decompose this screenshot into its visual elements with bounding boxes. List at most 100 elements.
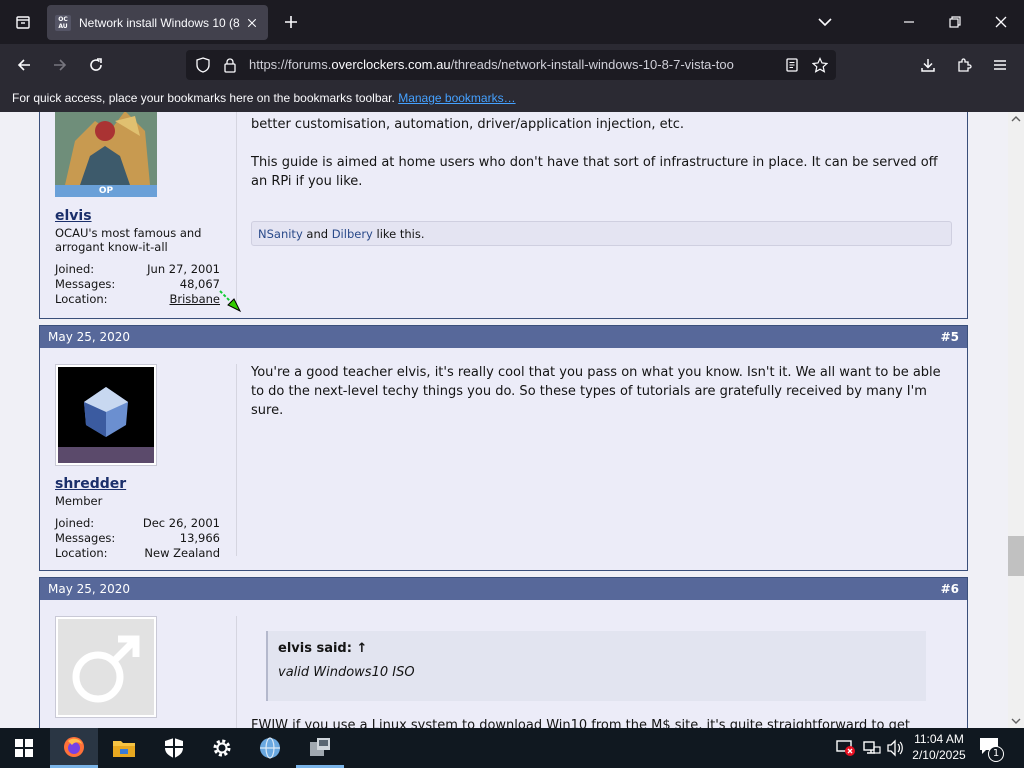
scroll-up-icon[interactable] bbox=[1008, 112, 1024, 126]
post-date[interactable]: May 25, 2020 bbox=[48, 330, 130, 344]
post-4-message: better customisation, automation, driver… bbox=[251, 115, 951, 191]
url-text[interactable]: https://forums.overclockers.com.au/threa… bbox=[249, 57, 775, 72]
shredder-avatar[interactable] bbox=[55, 364, 157, 466]
stat-messages: Messages: 13,966 bbox=[55, 531, 220, 546]
network-icon[interactable] bbox=[862, 739, 882, 761]
post-divider bbox=[236, 616, 237, 728]
taskbar-settings[interactable] bbox=[198, 728, 246, 768]
url-prefix: https://forums. bbox=[249, 57, 332, 72]
globe-icon bbox=[260, 737, 280, 759]
volume-icon[interactable] bbox=[886, 739, 904, 761]
taskbar-app-globe[interactable] bbox=[246, 728, 294, 768]
reload-icon bbox=[90, 58, 102, 71]
taskbar-firefox[interactable] bbox=[50, 728, 98, 768]
stat-joined: Joined: Jun 27, 2001 bbox=[55, 262, 220, 277]
network-alert-icon[interactable] bbox=[836, 739, 856, 761]
list-all-tabs-button[interactable] bbox=[802, 0, 848, 44]
avatar-image-icon bbox=[55, 112, 157, 185]
action-center-button[interactable]: 1 bbox=[978, 736, 1008, 762]
post-5-message: You're a good teacher elvis, it's really… bbox=[251, 365, 941, 418]
user-title: OCAU's most famous and arrogant know-it-… bbox=[55, 226, 202, 254]
notification-count: 1 bbox=[988, 746, 1004, 762]
hamburger-icon bbox=[994, 60, 1006, 70]
gear-icon bbox=[213, 739, 231, 757]
post-divider bbox=[236, 112, 237, 304]
firefox-view-button[interactable] bbox=[0, 0, 46, 44]
bookmarks-hint: For quick access, place your bookmarks h… bbox=[12, 91, 395, 105]
location-link[interactable]: Brisbane bbox=[169, 292, 220, 307]
op-badge: OP bbox=[55, 185, 157, 197]
chevron-down-icon bbox=[818, 18, 832, 27]
liker-link[interactable]: Dilbery bbox=[332, 227, 373, 241]
post-number[interactable]: #6 bbox=[941, 582, 959, 596]
stat-label: Messages: bbox=[55, 277, 116, 291]
minimize-button[interactable] bbox=[886, 0, 932, 44]
forward-button[interactable] bbox=[43, 48, 77, 82]
scrollbar-thumb[interactable] bbox=[1008, 536, 1024, 576]
post-6: May 25, 2020 #6 elvis said: ↑ valid Wind… bbox=[39, 577, 968, 728]
restore-button[interactable] bbox=[932, 0, 978, 44]
stat-value: New Zealand bbox=[144, 546, 220, 560]
stat-label: Joined: bbox=[55, 516, 95, 530]
download-icon bbox=[921, 59, 935, 72]
downloads-button[interactable] bbox=[911, 48, 945, 82]
navigation-toolbar: https://forums.overclockers.com.au/threa… bbox=[0, 44, 1024, 86]
restore-icon bbox=[949, 16, 961, 28]
folder-icon bbox=[113, 741, 135, 757]
stat-messages: Messages: 48,067 bbox=[55, 277, 220, 292]
post-header: May 25, 2020 #5 bbox=[40, 326, 967, 348]
post-number[interactable]: #5 bbox=[941, 330, 959, 344]
tracking-shield-icon[interactable] bbox=[195, 57, 211, 77]
stat-value: Dec 26, 2001 bbox=[142, 516, 220, 530]
scroll-down-icon[interactable] bbox=[1008, 714, 1024, 728]
avatar-image-icon bbox=[58, 367, 154, 463]
back-button[interactable] bbox=[7, 48, 41, 82]
page-content: OP elvis OCAU's most famous and arrogant… bbox=[0, 112, 1008, 728]
post-header: May 25, 2020 #6 bbox=[40, 578, 967, 600]
post-divider bbox=[236, 364, 237, 556]
taskbar-app-vm[interactable] bbox=[296, 728, 344, 768]
post-6-message: FWIW if you use a Linux system to downlo… bbox=[251, 718, 910, 728]
stat-label: Location: bbox=[55, 292, 108, 306]
default-avatar[interactable] bbox=[55, 616, 157, 718]
stat-value: 13,966 bbox=[179, 531, 220, 545]
address-bar[interactable]: https://forums.overclockers.com.au/threa… bbox=[186, 50, 836, 80]
back-arrow-icon bbox=[17, 59, 30, 71]
quote-author[interactable]: elvis said: ↑ bbox=[278, 641, 916, 656]
stat-location: Location: New Zealand bbox=[55, 546, 220, 561]
ocau-favicon-icon: OC AU bbox=[55, 14, 71, 31]
system-clock[interactable]: 11:04 AM 2/10/2025 bbox=[906, 731, 972, 763]
menu-button[interactable] bbox=[983, 48, 1017, 82]
bookmarks-toolbar: For quick access, place your bookmarks h… bbox=[0, 86, 1024, 112]
page-scrollbar[interactable] bbox=[1008, 112, 1024, 728]
elvis-avatar[interactable]: OP bbox=[55, 112, 157, 197]
taskbar-security[interactable] bbox=[150, 728, 198, 768]
liker-link[interactable]: NSanity bbox=[258, 227, 303, 241]
tab-close-icon[interactable] bbox=[244, 15, 260, 31]
tab-bar: OC AU Network install Windows 10 (8/ bbox=[0, 0, 1024, 44]
close-icon bbox=[995, 16, 1007, 28]
user-stats: Joined: Jun 27, 2001 Messages: 48,067 Loca… bbox=[55, 262, 220, 307]
manage-bookmarks-link[interactable]: Manage bookmarks… bbox=[398, 91, 515, 105]
tab-title: Network install Windows 10 (8/ bbox=[79, 15, 240, 30]
reader-view-icon[interactable] bbox=[784, 57, 800, 77]
forward-arrow-icon bbox=[54, 59, 67, 71]
puzzle-icon bbox=[958, 58, 972, 72]
lock-icon[interactable] bbox=[222, 57, 238, 77]
taskbar-file-explorer[interactable] bbox=[100, 728, 148, 768]
start-button[interactable] bbox=[0, 728, 48, 768]
extensions-button[interactable] bbox=[947, 48, 981, 82]
reload-button[interactable] bbox=[79, 48, 113, 82]
plus-icon bbox=[285, 16, 297, 28]
bookmark-star-icon[interactable] bbox=[811, 57, 829, 77]
likes-bar: NSanity and Dilbery like this. bbox=[251, 221, 952, 246]
username[interactable]: shredder bbox=[55, 476, 220, 492]
new-tab-button[interactable] bbox=[268, 0, 314, 44]
mouse-cursor-icon bbox=[218, 289, 246, 321]
post-date[interactable]: May 25, 2020 bbox=[48, 582, 130, 596]
stat-value: Jun 27, 2001 bbox=[147, 262, 220, 276]
close-window-button[interactable] bbox=[978, 0, 1024, 44]
username[interactable]: elvis bbox=[55, 208, 220, 224]
active-tab[interactable]: OC AU Network install Windows 10 (8/ bbox=[47, 5, 268, 40]
clock-time: 11:04 AM bbox=[914, 732, 964, 746]
